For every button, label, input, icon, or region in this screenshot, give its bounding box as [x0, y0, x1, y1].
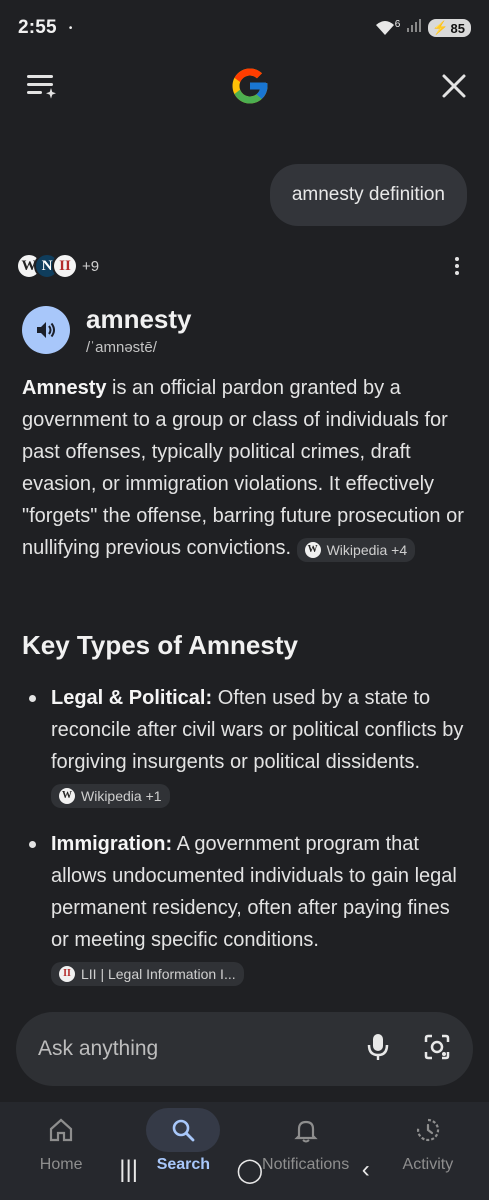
- camera-lens-icon[interactable]: [423, 1033, 451, 1066]
- back-button[interactable]: ‹: [362, 1156, 370, 1184]
- chip-label: Wikipedia +1: [81, 788, 162, 804]
- speaker-icon: [37, 322, 55, 338]
- status-bar: 2:55 • 6 ⚡ 85: [0, 0, 489, 56]
- wifi-icon: 6: [375, 19, 401, 37]
- word-title: amnesty: [86, 304, 192, 334]
- nav-activity-pill: [391, 1108, 465, 1152]
- definition-paragraph: Amnesty is an official pardon granted by…: [22, 372, 465, 564]
- sources-row[interactable]: W N II +9: [16, 252, 467, 280]
- battery-indicator: ⚡ 85: [428, 19, 471, 37]
- wikipedia-icon: W: [304, 542, 321, 558]
- battery-level: 85: [450, 20, 465, 36]
- top-bar: [0, 60, 489, 116]
- notification-dot: •: [68, 22, 73, 34]
- wikipedia-icon: W: [59, 788, 75, 804]
- type-term: Legal & Political:: [51, 687, 213, 709]
- user-query-bubble[interactable]: amnesty definition: [269, 164, 467, 226]
- chip-label: LII | Legal Information I...: [81, 966, 236, 982]
- source-chip-wikipedia[interactable]: W Wikipedia +4: [296, 538, 416, 562]
- search-icon: [173, 1119, 195, 1142]
- source-avatar-lii[interactable]: II: [52, 253, 78, 279]
- close-icon[interactable]: [441, 73, 467, 104]
- chip-label: Wikipedia +4: [326, 542, 408, 558]
- word-phonetic: /ˈamnəstē/: [86, 339, 157, 356]
- google-logo-icon: [229, 65, 271, 112]
- word-block: amnesty /ˈamnəstē/: [86, 304, 192, 356]
- list-item: Legal & Political: Often used by a state…: [22, 682, 465, 810]
- charging-icon: ⚡: [432, 20, 449, 35]
- activity-icon: [416, 1118, 439, 1142]
- recents-button[interactable]: |||: [119, 1156, 138, 1184]
- lii-icon: II: [59, 966, 75, 982]
- status-icons: 6 ⚡ 85: [375, 17, 471, 39]
- wifi-badge: 6: [394, 19, 401, 30]
- nav-home-pill: [24, 1108, 98, 1152]
- status-time: 2:55: [18, 17, 57, 38]
- ask-actions: [367, 1033, 451, 1066]
- definition-term: Amnesty: [22, 377, 107, 399]
- section-title: Key Types of Amnesty: [22, 630, 298, 660]
- nav-search-pill: [146, 1108, 221, 1152]
- ask-input-bar[interactable]: Ask anything: [16, 1012, 473, 1086]
- nav-notifications-pill: [269, 1108, 343, 1152]
- signal-icon: [406, 17, 422, 39]
- list-item: Immigration: A government program that a…: [22, 828, 465, 988]
- more-options-icon[interactable]: [447, 253, 467, 279]
- system-navigation: ||| ◯ ‹: [0, 1152, 489, 1188]
- type-term: Immigration:: [51, 833, 173, 855]
- pronunciation-speaker-button[interactable]: [22, 306, 70, 354]
- sources-more-count[interactable]: +9: [82, 258, 99, 275]
- home-button[interactable]: ◯: [236, 1156, 263, 1185]
- source-chip-wikipedia[interactable]: W Wikipedia +1: [51, 784, 170, 808]
- ask-input[interactable]: Ask anything: [38, 1037, 158, 1061]
- microphone-icon[interactable]: [367, 1033, 389, 1066]
- home-icon: [50, 1118, 73, 1142]
- source-chip-lii[interactable]: II LII | Legal Information I...: [51, 962, 244, 986]
- dictionary-header: amnesty /ˈamnəstē/: [22, 304, 192, 356]
- definition-text: is an official pardon granted by a gover…: [22, 377, 464, 559]
- history-menu-icon[interactable]: [26, 72, 58, 105]
- types-list: Legal & Political: Often used by a state…: [22, 682, 465, 1006]
- bell-icon: [293, 1120, 318, 1143]
